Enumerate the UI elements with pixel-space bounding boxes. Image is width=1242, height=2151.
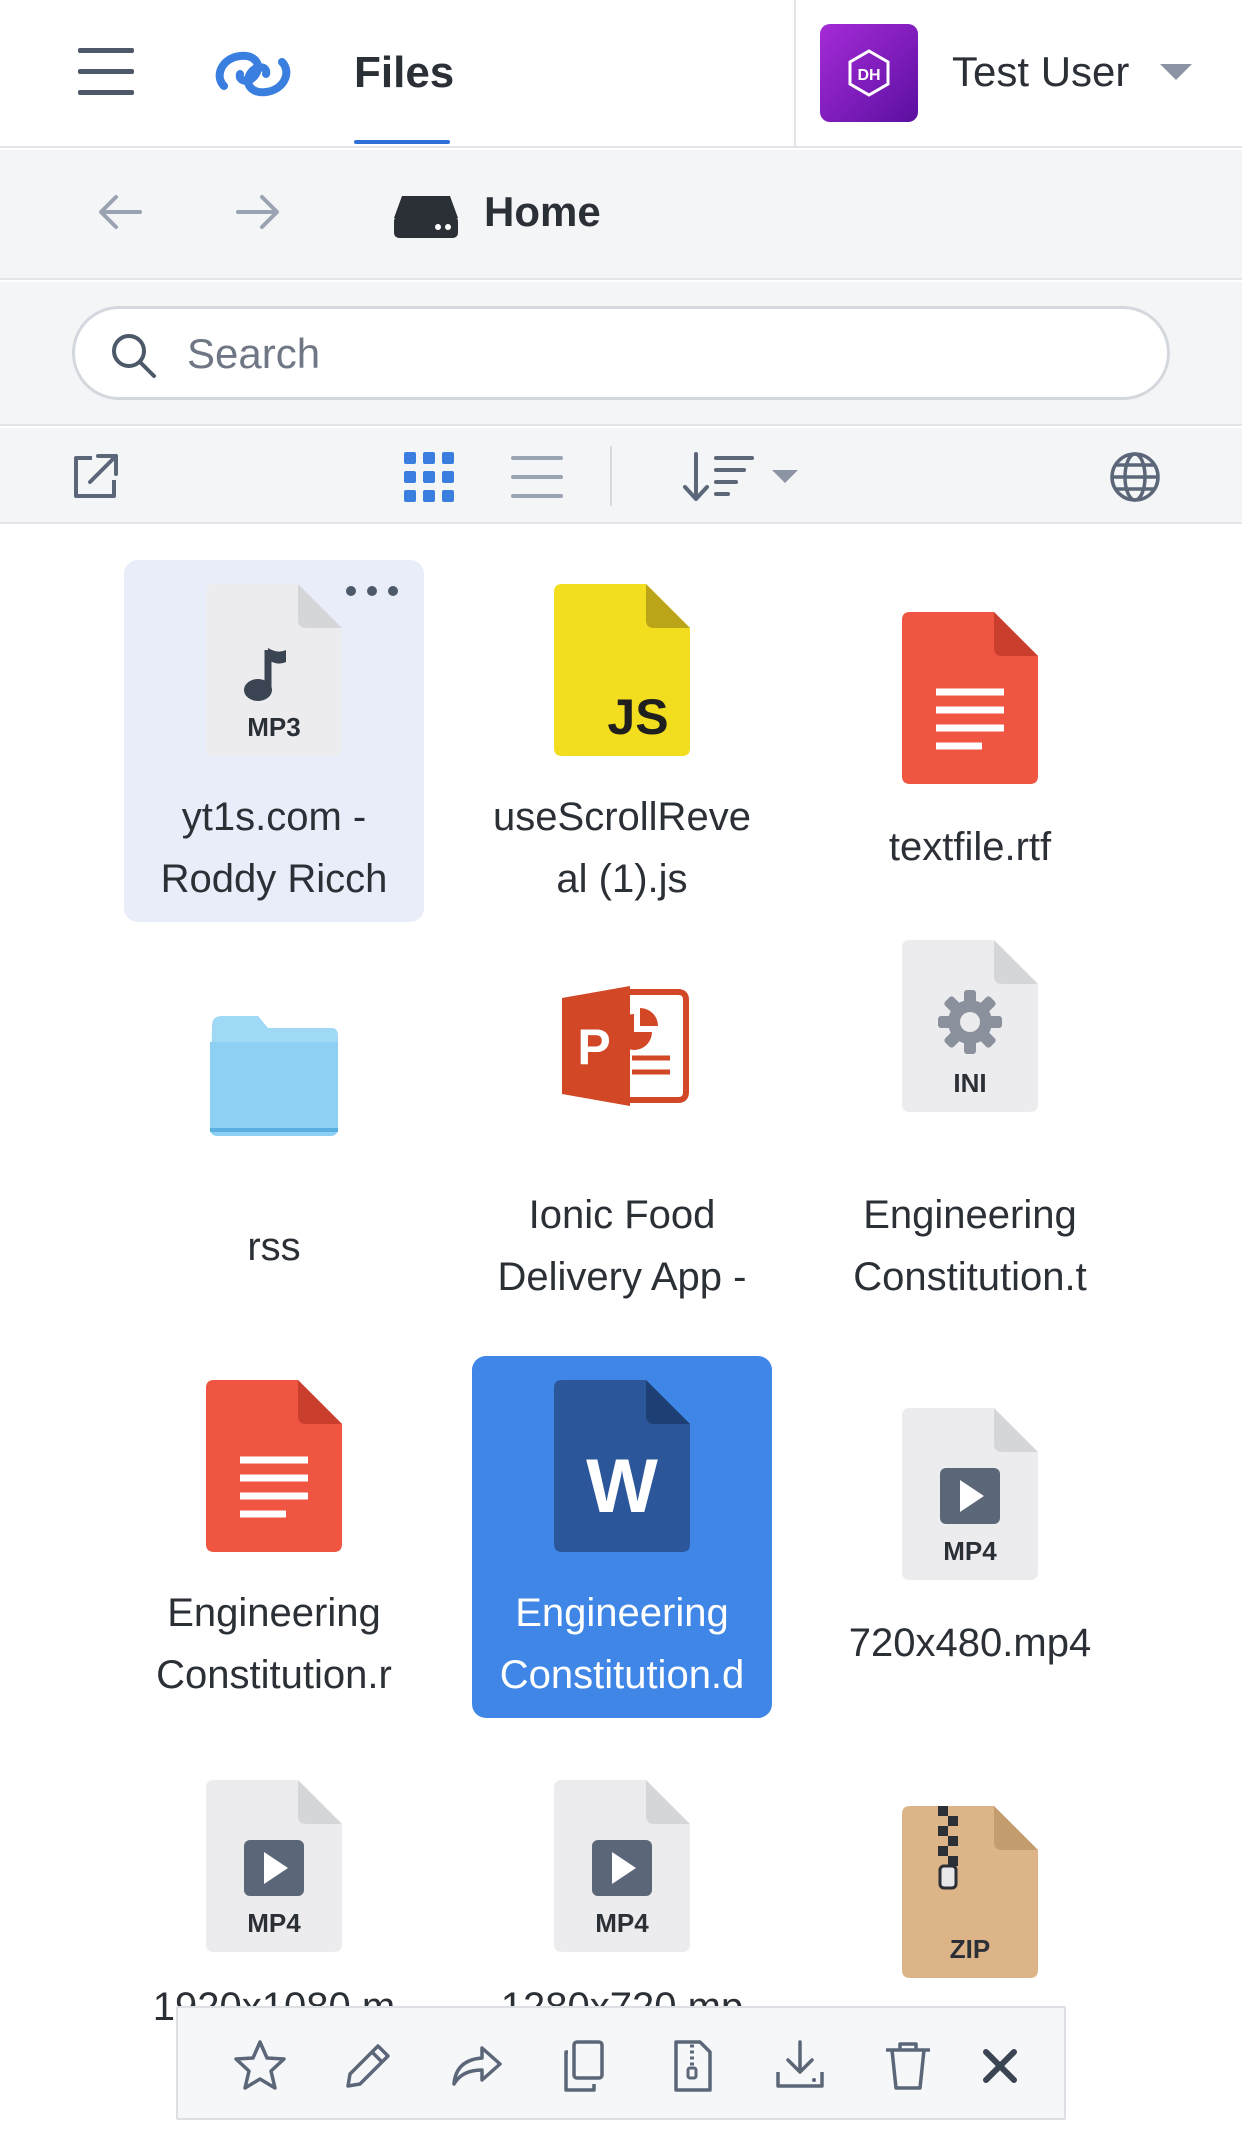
ini-file-icon: INI xyxy=(902,940,1038,1112)
open-external-icon[interactable] xyxy=(68,450,122,504)
navigation-bar: Home xyxy=(0,150,1242,280)
view-toolbar xyxy=(0,428,1242,524)
file-name: 720x480.mp4 xyxy=(848,1621,1092,1665)
file-name: useScrollReve al (1).js xyxy=(493,795,751,901)
file-tile[interactable]: MP3 yt1s.com - Roddy Ricch xyxy=(124,560,424,922)
globe-icon[interactable] xyxy=(1108,450,1162,504)
toolbar-divider xyxy=(610,446,612,506)
file-tile-selected[interactable]: W Engineering Constitution.d xyxy=(472,1356,772,1718)
mp4-file-icon: MP4 xyxy=(206,1780,342,1952)
user-name[interactable]: Test User xyxy=(952,48,1129,96)
ppt-badge: P xyxy=(577,1019,610,1075)
document-file-icon xyxy=(206,1380,342,1552)
doc-badge: W xyxy=(586,1444,658,1529)
search-icon xyxy=(112,334,156,378)
file-name: Engineering Constitution.r xyxy=(156,1591,392,1697)
tab-active-indicator xyxy=(354,140,450,144)
zip-badge: ZIP xyxy=(950,1934,990,1964)
share-icon[interactable] xyxy=(448,2038,504,2094)
powerpoint-file-icon: P xyxy=(562,986,689,1106)
breadcrumb-home[interactable]: Home xyxy=(484,188,601,236)
sort-caret-icon[interactable] xyxy=(772,470,798,483)
file-name: rss xyxy=(247,1225,301,1269)
zip-file-icon: ZIP xyxy=(902,1806,1038,1978)
file-grid: MP3 yt1s.com - Roddy Ricch JS useScrollRe… xyxy=(0,526,1242,2151)
sort-icon[interactable] xyxy=(682,450,756,504)
file-action-bar xyxy=(176,2006,1066,2120)
search-bar-container xyxy=(0,282,1242,426)
js-badge: JS xyxy=(607,689,668,745)
folder-tile[interactable]: rss xyxy=(124,958,424,1320)
word-file-icon: W xyxy=(554,1380,690,1552)
file-tile[interactable]: P Ionic Food Delivery App - xyxy=(472,958,772,1320)
file-tile[interactable]: INI Engineering Constitution.t xyxy=(820,940,1120,1320)
search-box[interactable] xyxy=(72,306,1170,400)
menu-icon[interactable] xyxy=(76,44,138,100)
mp3-badge: MP3 xyxy=(247,712,300,742)
tab-files-label: Files xyxy=(354,48,455,97)
document-file-icon xyxy=(902,612,1038,784)
app-logo-icon xyxy=(215,51,291,97)
mp4-badge: MP4 xyxy=(595,1908,649,1938)
file-name: yt1s.com - Roddy Ricch xyxy=(160,795,388,901)
divider xyxy=(794,0,796,148)
download-icon[interactable] xyxy=(772,2038,828,2094)
tab-files[interactable]: Files xyxy=(354,0,454,148)
mp4-badge: MP4 xyxy=(247,1908,301,1938)
file-name: Engineering Constitution.d xyxy=(499,1591,745,1697)
list-view-icon[interactable] xyxy=(510,450,564,504)
copy-icon[interactable] xyxy=(556,2038,612,2094)
file-tile[interactable]: textfile.rtf xyxy=(820,560,1120,922)
avatar[interactable]: DH xyxy=(820,24,918,122)
mp4-badge: MP4 xyxy=(943,1536,997,1566)
top-bar: Files DH Test User xyxy=(0,0,1242,148)
mp4-file-icon: MP4 xyxy=(554,1780,690,1952)
js-file-icon: JS xyxy=(554,584,690,756)
trash-icon[interactable] xyxy=(880,2038,936,2094)
file-tile[interactable]: JS useScrollReve al (1).js xyxy=(472,560,772,922)
star-icon[interactable] xyxy=(232,2038,288,2094)
avatar-hexagon-icon: DH xyxy=(848,49,890,97)
file-name: Ionic Food Delivery App - xyxy=(497,1193,747,1299)
file-tile[interactable]: MP4 720x480.mp4 xyxy=(820,1356,1120,1718)
file-name: Engineering Constitution.t xyxy=(853,1193,1087,1299)
close-icon[interactable] xyxy=(972,2038,1028,2094)
zip-file-icon[interactable] xyxy=(664,2038,720,2094)
svg-text:DH: DH xyxy=(857,67,880,84)
search-input[interactable] xyxy=(187,327,1087,381)
more-options-icon[interactable] xyxy=(344,584,400,598)
grid-view-icon[interactable] xyxy=(402,450,456,504)
file-tile[interactable]: Engineering Constitution.r xyxy=(124,1356,424,1718)
drive-icon xyxy=(394,196,458,238)
chevron-down-icon[interactable] xyxy=(1160,64,1192,80)
mp3-file-icon: MP3 xyxy=(206,584,342,756)
file-name: textfile.rtf xyxy=(888,825,1052,869)
mp4-file-icon: MP4 xyxy=(902,1408,1038,1580)
arrow-right-icon[interactable] xyxy=(232,186,284,238)
rename-pencil-icon[interactable] xyxy=(340,2038,396,2094)
ini-badge: INI xyxy=(953,1068,986,1098)
arrow-left-icon[interactable] xyxy=(94,186,146,238)
folder-icon xyxy=(210,1016,338,1136)
